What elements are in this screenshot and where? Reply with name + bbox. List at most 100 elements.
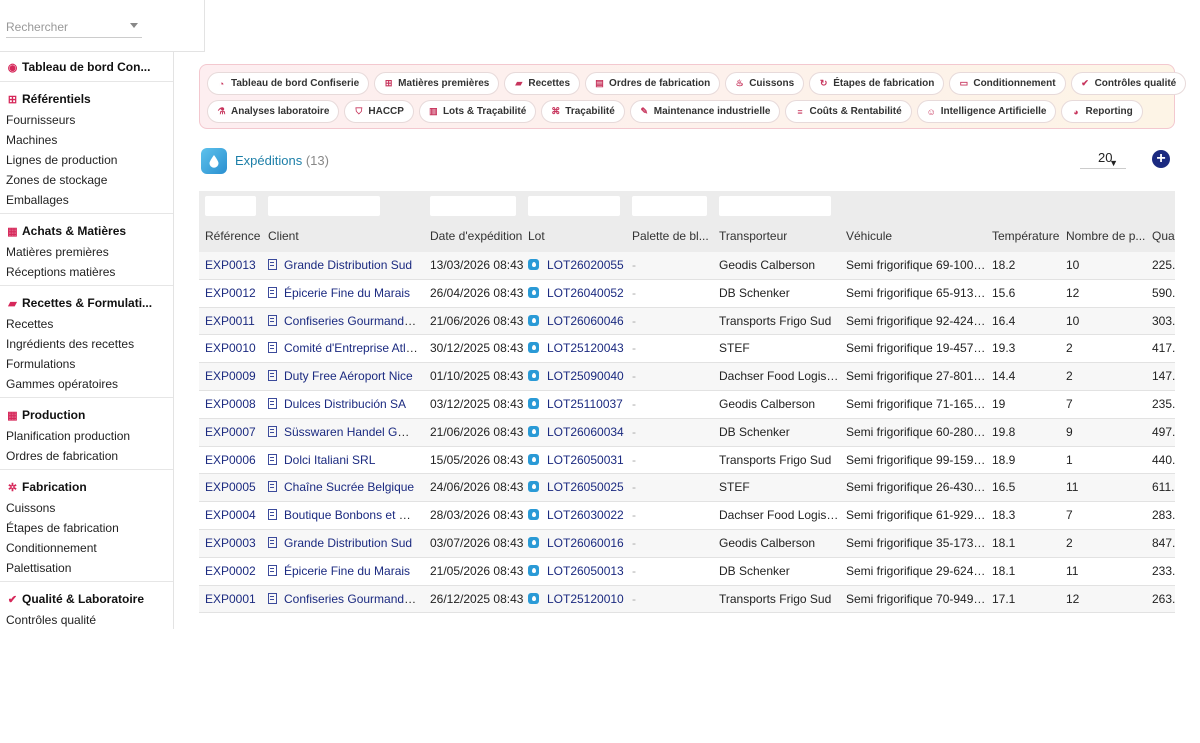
client-cell[interactable]: Chaîne Sucrée Belgique bbox=[268, 474, 418, 501]
module-tab[interactable]: ↻ Étapes de fabrication bbox=[809, 72, 945, 95]
sidebar-section-title[interactable]: ▦ Production bbox=[0, 404, 173, 426]
sidebar-item[interactable]: Lignes de production bbox=[0, 150, 173, 170]
table-row[interactable]: EXP0001 Confiseries Gourmandes... 26/12/20… bbox=[199, 585, 1175, 614]
column-filter-input[interactable] bbox=[719, 196, 831, 216]
module-tab[interactable]: ⛉ HACCP bbox=[344, 100, 414, 123]
module-tab[interactable]: ◕ Reporting bbox=[1061, 100, 1143, 123]
sidebar-item[interactable]: Ingrédients des recettes bbox=[0, 334, 173, 354]
lot-link[interactable]: LOT26060034 bbox=[547, 425, 624, 439]
table-row[interactable]: EXP0002 Épicerie Fine du Marais 21/05/2026… bbox=[199, 557, 1175, 586]
sidebar-item[interactable]: Étapes de fabrication bbox=[0, 518, 173, 538]
add-button[interactable]: + bbox=[1152, 150, 1170, 168]
lot-cell[interactable]: LOT26060034 bbox=[528, 419, 628, 446]
module-tab[interactable]: ◔ Tableau de bord Confiserie bbox=[207, 72, 370, 95]
client-link[interactable]: Grande Distribution Sud bbox=[284, 258, 412, 272]
lot-link[interactable]: LOT26050031 bbox=[547, 453, 624, 467]
module-tab[interactable]: ♨ Cuissons bbox=[725, 72, 805, 95]
sidebar-item[interactable]: Réceptions matières bbox=[0, 262, 173, 282]
lot-cell[interactable]: LOT25120043 bbox=[528, 335, 628, 362]
sidebar-item[interactable]: Conditionnement bbox=[0, 538, 173, 558]
reference-link[interactable]: EXP0013 bbox=[205, 252, 265, 279]
reference-link[interactable]: EXP0011 bbox=[205, 308, 265, 335]
table-row[interactable]: EXP0003 Grande Distribution Sud 03/07/2026… bbox=[199, 529, 1175, 558]
client-cell[interactable]: Comité d'Entreprise Atla... bbox=[268, 335, 418, 362]
client-link[interactable]: Boutique Bonbons et Dél... bbox=[284, 508, 418, 522]
search-input[interactable]: Rechercher bbox=[6, 18, 142, 38]
module-tab[interactable]: ⌘ Traçabilité bbox=[541, 100, 625, 123]
column-header[interactable]: Référence bbox=[205, 229, 260, 243]
sidebar-item[interactable]: Formulations bbox=[0, 354, 173, 374]
column-header[interactable]: Quan bbox=[1152, 229, 1175, 243]
column-header[interactable]: Lot bbox=[528, 229, 545, 243]
lot-cell[interactable]: LOT25110037 bbox=[528, 391, 628, 418]
client-cell[interactable]: Grande Distribution Sud bbox=[268, 530, 418, 557]
column-header[interactable]: Date d'expédition bbox=[430, 229, 522, 243]
lot-link[interactable]: LOT26030022 bbox=[547, 508, 624, 522]
reference-link[interactable]: EXP0010 bbox=[205, 335, 265, 362]
sidebar-section-title[interactable]: ◉ Tableau de bord Con... bbox=[0, 56, 173, 78]
client-link[interactable]: Chaîne Sucrée Belgique bbox=[284, 480, 414, 494]
client-cell[interactable]: Grande Distribution Sud bbox=[268, 252, 418, 279]
lot-link[interactable]: LOT26060016 bbox=[547, 536, 624, 550]
column-header[interactable]: Transporteur bbox=[719, 229, 787, 243]
lot-link[interactable]: LOT26050025 bbox=[547, 480, 624, 494]
module-tab[interactable]: ✔ Contrôles qualité bbox=[1070, 72, 1187, 95]
column-header[interactable]: Température bbox=[992, 229, 1059, 243]
sidebar-section-title[interactable]: ▰ Recettes & Formulati... bbox=[0, 292, 173, 314]
client-link[interactable]: Grande Distribution Sud bbox=[284, 536, 412, 550]
module-tab[interactable]: ≡ Coûts & Rentabilité bbox=[785, 100, 912, 123]
client-link[interactable]: Dulces Distribución SA bbox=[284, 397, 406, 411]
sidebar-item[interactable]: Recettes bbox=[0, 314, 173, 334]
sidebar-item[interactable]: Matières premières bbox=[0, 242, 173, 262]
sidebar-item[interactable]: Zones de stockage bbox=[0, 170, 173, 190]
module-tab[interactable]: ☺ Intelligence Artificielle bbox=[916, 100, 1057, 123]
table-row[interactable]: EXP0006 Dolci Italiani SRL 15/05/2026 08:4… bbox=[199, 446, 1175, 475]
lot-cell[interactable]: LOT26030022 bbox=[528, 502, 628, 529]
reference-link[interactable]: EXP0001 bbox=[205, 586, 265, 613]
sidebar-item[interactable]: Contrôles qualité bbox=[0, 610, 173, 629]
sidebar-section-title[interactable]: ✲ Fabrication bbox=[0, 476, 173, 498]
page-size-select[interactable]: 20 ▼ bbox=[1080, 148, 1126, 169]
lot-link[interactable]: LOT25110037 bbox=[547, 397, 623, 411]
sidebar-section-title[interactable]: ✔ Qualité & Laboratoire bbox=[0, 588, 173, 610]
lot-link[interactable]: LOT26040052 bbox=[547, 286, 624, 300]
lot-cell[interactable]: LOT25090040 bbox=[528, 363, 628, 390]
column-filter-input[interactable] bbox=[205, 196, 256, 216]
chevron-down-icon[interactable] bbox=[130, 23, 138, 28]
module-tab[interactable]: ▰ Recettes bbox=[504, 72, 581, 95]
sidebar-item[interactable]: Planification production bbox=[0, 426, 173, 446]
client-cell[interactable]: Duty Free Aéroport Nice bbox=[268, 363, 418, 390]
client-link[interactable]: Confiseries Gourmandes... bbox=[284, 314, 418, 328]
reference-link[interactable]: EXP0007 bbox=[205, 419, 265, 446]
column-header[interactable]: Palette de bl... bbox=[632, 229, 709, 243]
table-row[interactable]: EXP0011 Confiseries Gourmandes... 21/06/20… bbox=[199, 307, 1175, 336]
lot-link[interactable]: LOT26050013 bbox=[547, 564, 624, 578]
client-cell[interactable]: Confiseries Gourmandes... bbox=[268, 586, 418, 613]
lot-cell[interactable]: LOT25120010 bbox=[528, 586, 628, 613]
client-link[interactable]: Süsswaren Handel GmbH bbox=[284, 425, 418, 439]
lot-cell[interactable]: LOT26020055 bbox=[528, 252, 628, 279]
table-row[interactable]: EXP0005 Chaîne Sucrée Belgique 24/06/2026 … bbox=[199, 474, 1175, 503]
table-row[interactable]: EXP0010 Comité d'Entreprise Atla... 30/12/… bbox=[199, 335, 1175, 364]
lot-cell[interactable]: LOT26060046 bbox=[528, 308, 628, 335]
lot-link[interactable]: LOT26020055 bbox=[547, 258, 624, 272]
sidebar-item[interactable]: Ordres de fabrication bbox=[0, 446, 173, 466]
lot-cell[interactable]: LOT26040052 bbox=[528, 280, 628, 307]
reference-link[interactable]: EXP0003 bbox=[205, 530, 265, 557]
sidebar-section-title[interactable]: ▦ Achats & Matières bbox=[0, 220, 173, 242]
column-header[interactable]: Véhicule bbox=[846, 229, 892, 243]
client-cell[interactable]: Épicerie Fine du Marais bbox=[268, 280, 418, 307]
client-cell[interactable]: Süsswaren Handel GmbH bbox=[268, 419, 418, 446]
client-link[interactable]: Dolci Italiani SRL bbox=[284, 453, 375, 467]
sidebar-item[interactable]: Machines bbox=[0, 130, 173, 150]
table-row[interactable]: EXP0007 Süsswaren Handel GmbH 21/06/2026 0… bbox=[199, 418, 1175, 447]
reference-link[interactable]: EXP0004 bbox=[205, 502, 265, 529]
table-row[interactable]: EXP0012 Épicerie Fine du Marais 26/04/2026… bbox=[199, 279, 1175, 308]
module-tab[interactable]: ▭ Conditionnement bbox=[949, 72, 1066, 95]
reference-link[interactable]: EXP0005 bbox=[205, 474, 265, 501]
lot-cell[interactable]: LOT26050031 bbox=[528, 447, 628, 474]
client-cell[interactable]: Épicerie Fine du Marais bbox=[268, 558, 418, 585]
sidebar-item[interactable]: Palettisation bbox=[0, 558, 173, 578]
sidebar-item[interactable]: Gammes opératoires bbox=[0, 374, 173, 394]
client-link[interactable]: Épicerie Fine du Marais bbox=[284, 564, 410, 578]
